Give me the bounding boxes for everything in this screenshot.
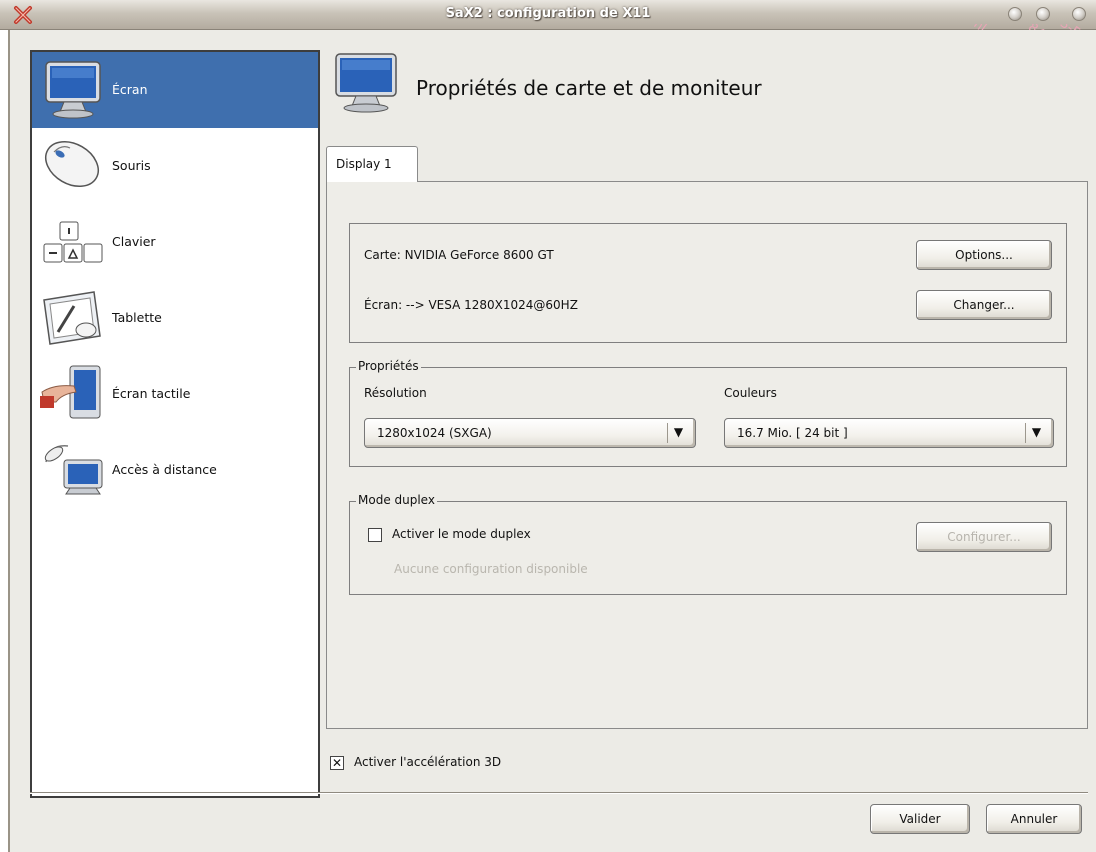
card-label: Carte: NVIDIA GeForce 8600 GT [364, 248, 554, 262]
resolution-label: Résolution [364, 386, 427, 400]
sidebar-item-clavier[interactable]: Clavier [32, 204, 318, 280]
screen-label: Écran: --> VESA 1280X1024@60HZ [364, 298, 578, 312]
duplex-hint: Aucune configuration disponible [394, 562, 588, 576]
resolution-select[interactable]: 1280x1024 (SXGA) ▼ [364, 418, 696, 448]
keyboard-icon [43, 221, 103, 263]
sidebar-item-ecran[interactable]: Écran [32, 52, 318, 128]
options-button[interactable]: Options... [916, 240, 1052, 270]
maximize-icon[interactable] [1036, 7, 1050, 21]
sidebar-item-tablette[interactable]: Tablette [32, 280, 318, 356]
properties-group-title: Propriétés [356, 359, 421, 373]
mouse-icon [45, 140, 99, 188]
close-icon[interactable] [1072, 7, 1086, 21]
duplex-group-title: Mode duplex [356, 493, 437, 507]
duplex-group: Mode duplex Activer le mode duplex Aucun… [349, 493, 1067, 595]
minimize-icon[interactable] [1008, 7, 1022, 21]
sidebar-item-label: Tablette [112, 310, 162, 325]
tablet-icon [43, 291, 101, 345]
duplex-checkbox-label[interactable]: Activer le mode duplex [392, 527, 531, 541]
monitor-icon [45, 61, 101, 119]
cancel-button[interactable]: Annuler [986, 804, 1082, 834]
acceleration-3d-label[interactable]: Activer l'accélération 3D [354, 755, 501, 769]
change-button[interactable]: Changer... [916, 290, 1052, 320]
device-group: Carte: NVIDIA GeForce 8600 GT Écran: -->… [349, 223, 1067, 343]
sidebar-item-acces-distance[interactable]: Accès à distance [32, 432, 318, 508]
remote-access-icon [44, 445, 103, 495]
colors-select[interactable]: 16.7 Mio. [ 24 bit ] ▼ [724, 418, 1054, 448]
sidebar-item-label: Écran tactile [112, 386, 191, 401]
title-bar: SaX2 : configuration de X11 [0, 0, 1096, 30]
sidebar-item-ecran-tactile[interactable]: Écran tactile [32, 356, 318, 432]
configure-button[interactable]: Configurer... [916, 522, 1052, 552]
category-sidebar: Écran Souris Clavier Tablette Écran tact… [30, 50, 320, 798]
sidebar-item-label: Accès à distance [112, 462, 217, 477]
acceleration-3d-checkbox[interactable]: ✕ [330, 756, 344, 770]
page-title: Propriétés de carte et de moniteur [416, 76, 762, 100]
window-title: SaX2 : configuration de X11 [445, 6, 651, 21]
colors-value: 16.7 Mio. [ 24 bit ] [737, 426, 848, 440]
sidebar-item-label: Écran [112, 82, 148, 97]
duplex-checkbox[interactable] [368, 528, 382, 542]
tab-panel: Carte: NVIDIA GeForce 8600 GT Écran: -->… [326, 181, 1088, 729]
dropdown-arrow-icon: ▼ [667, 423, 689, 443]
validate-button[interactable]: Valider [870, 804, 970, 834]
resolution-value: 1280x1024 (SXGA) [377, 426, 492, 440]
touchscreen-icon [40, 365, 101, 419]
sidebar-item-label: Clavier [112, 234, 156, 249]
sidebar-item-souris[interactable]: Souris [32, 128, 318, 204]
properties-group: Propriétés Résolution Couleurs 1280x1024… [349, 359, 1067, 467]
monitor-icon [335, 53, 397, 113]
colors-label: Couleurs [724, 386, 777, 400]
footer-divider [30, 792, 1088, 794]
dropdown-arrow-icon: ▼ [1025, 423, 1047, 443]
tab-display-1[interactable]: Display 1 [326, 146, 418, 182]
sidebar-item-label: Souris [112, 158, 151, 173]
main-window: Écran Souris Clavier Tablette Écran tact… [8, 30, 1096, 852]
